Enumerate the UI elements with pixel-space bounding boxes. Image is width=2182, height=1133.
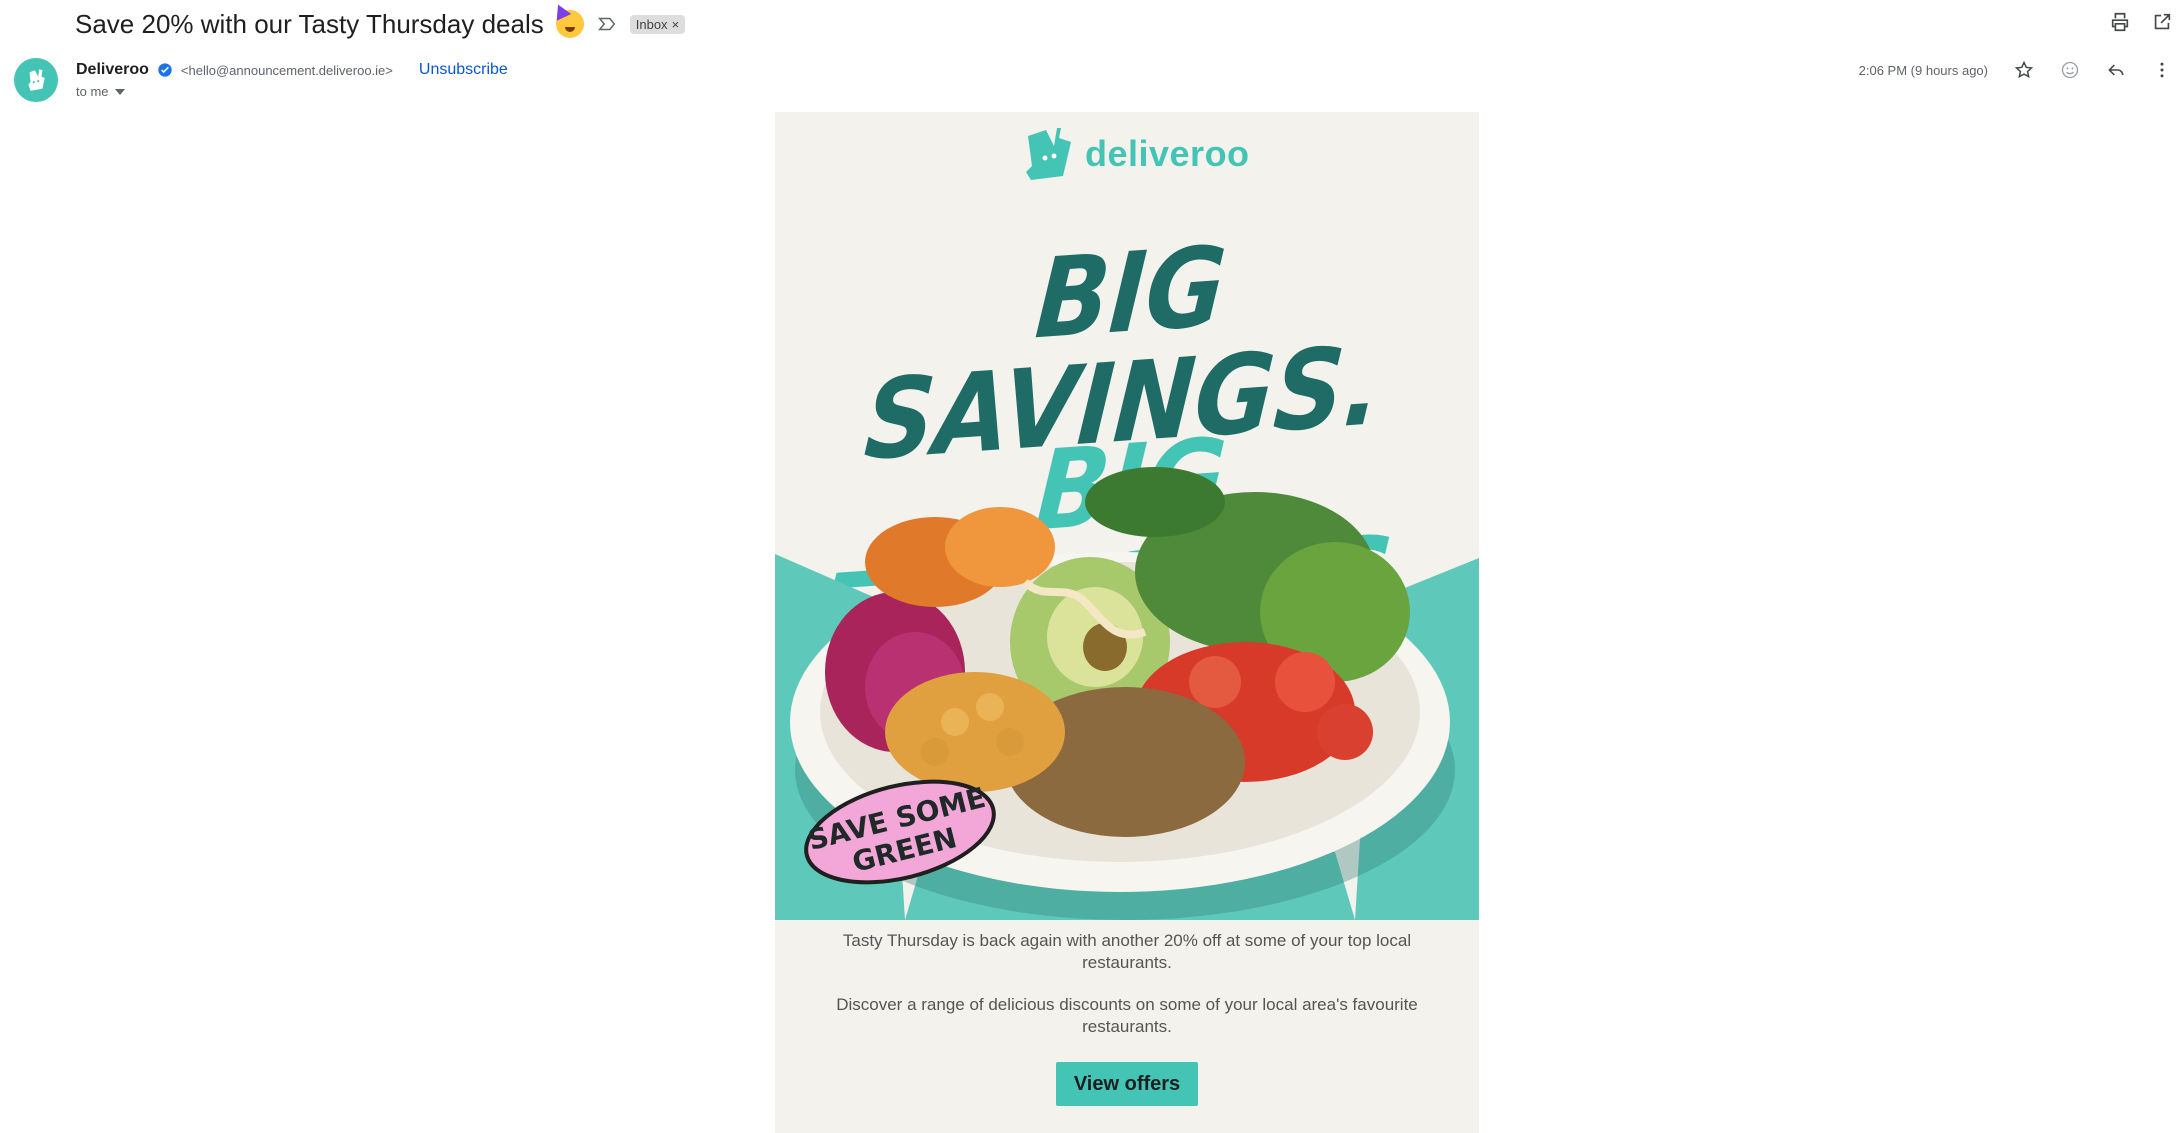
sender-avatar[interactable]	[14, 58, 58, 102]
more-options-icon[interactable]	[2148, 56, 2176, 84]
view-offers-button[interactable]: View offers	[1056, 1062, 1198, 1106]
partying-face-emoji	[555, 10, 584, 38]
reply-icon[interactable]	[2102, 56, 2130, 84]
message-actions: 2:06 PM (9 hours ago)	[1859, 56, 2182, 84]
chevron-down-icon	[114, 88, 125, 95]
star-icon[interactable]	[2010, 56, 2038, 84]
recipient-label: to me	[76, 84, 109, 99]
food-bowl-hero-image[interactable]: SAVE SOME GREEN	[775, 432, 1479, 920]
thread-actions	[2106, 8, 2182, 36]
chickpeas	[885, 672, 1065, 792]
print-icon[interactable]	[2106, 8, 2134, 36]
remove-label-icon[interactable]: ×	[672, 17, 680, 32]
verified-badge-icon	[158, 63, 172, 77]
sender-name[interactable]: Deliveroo	[76, 61, 149, 79]
brand-wordmark: deliveroo	[1085, 133, 1250, 174]
recipient-details-toggle[interactable]: to me	[76, 84, 125, 99]
promo-paragraph-2: Discover a range of delicious discounts …	[836, 995, 1418, 1037]
open-in-new-window-icon[interactable]	[2148, 8, 2176, 36]
promo-paragraph-1: Tasty Thursday is back again with anothe…	[842, 931, 1412, 973]
importance-marker-icon[interactable]	[596, 13, 618, 35]
message-timestamp: 2:06 PM (9 hours ago)	[1858, 62, 1988, 78]
emoji-react-icon[interactable]	[2056, 56, 2084, 84]
subject-row: Save 20% with our Tasty Thursday deals I…	[75, 4, 686, 44]
sender-row: Deliveroo <hello@announcement.deliveroo.…	[76, 58, 508, 82]
email-body: deliveroo BIG SAVINGS. BIG FLAVOURS. SAV	[775, 112, 1479, 1133]
inbox-label-chip[interactable]: Inbox ×	[629, 14, 686, 34]
inbox-label: Inbox	[635, 16, 668, 32]
unsubscribe-link[interactable]: Unsubscribe	[419, 61, 508, 79]
deliveroo-kangaroo-icon	[1026, 128, 1071, 180]
sender-email: <hello@announcement.deliveroo.ie>	[180, 62, 393, 78]
deliveroo-logo[interactable]: deliveroo	[1023, 126, 1250, 182]
email-subject: Save 20% with our Tasty Thursday deals	[75, 8, 544, 39]
